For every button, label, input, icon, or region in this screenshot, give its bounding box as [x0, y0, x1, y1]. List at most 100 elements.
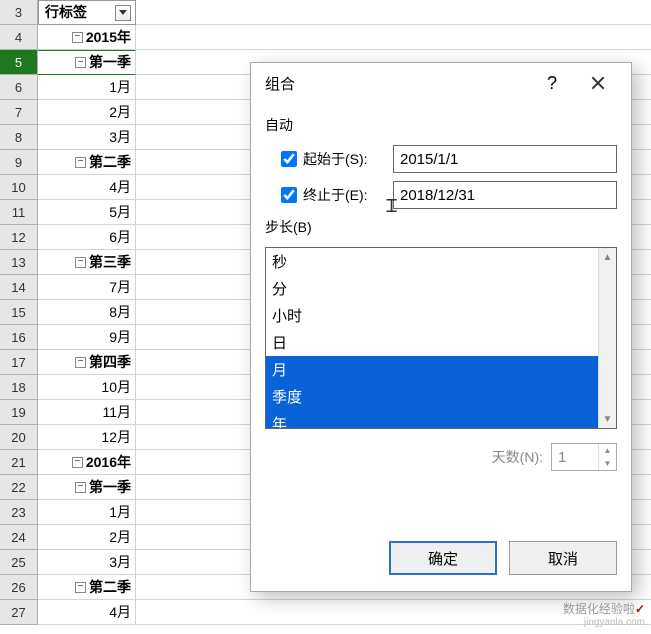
row-header[interactable]: 9: [0, 150, 38, 175]
cancel-button[interactable]: 取消: [509, 541, 617, 575]
pivot-row-cell[interactable]: −第二季: [38, 150, 136, 175]
row-header[interactable]: 24: [0, 525, 38, 550]
row-header[interactable]: 10: [0, 175, 38, 200]
days-label: 天数(N):: [492, 447, 543, 467]
row-header[interactable]: 22: [0, 475, 38, 500]
end-checkbox[interactable]: [281, 187, 297, 203]
row-header[interactable]: 13: [0, 250, 38, 275]
row-header[interactable]: 4: [0, 25, 38, 50]
empty-area[interactable]: [136, 0, 651, 25]
row-header[interactable]: 18: [0, 375, 38, 400]
row-header[interactable]: 20: [0, 425, 38, 450]
row-header[interactable]: 5: [0, 50, 38, 75]
pivot-row-cell[interactable]: 6月: [38, 225, 136, 250]
step-option[interactable]: 月: [266, 356, 616, 383]
pivot-row-cell[interactable]: −第三季: [38, 250, 136, 275]
pivot-row-cell[interactable]: 5月: [38, 200, 136, 225]
spinner-up-icon[interactable]: ▲: [599, 444, 616, 457]
row-header[interactable]: 15: [0, 300, 38, 325]
collapse-expander[interactable]: −: [75, 482, 86, 493]
pivot-row-cell[interactable]: 3月: [38, 125, 136, 150]
pivot-row-cell[interactable]: −第一季: [38, 50, 136, 75]
pivot-row-cell[interactable]: 10月: [38, 375, 136, 400]
step-option[interactable]: 季度: [266, 383, 616, 410]
pivot-row-cell[interactable]: −第四季: [38, 350, 136, 375]
close-button[interactable]: [575, 63, 621, 103]
row-header[interactable]: 17: [0, 350, 38, 375]
step-listbox[interactable]: 秒分小时日月季度年 ▲ ▼: [265, 247, 617, 429]
auto-section-label: 自动: [265, 115, 617, 135]
row-header[interactable]: 6: [0, 75, 38, 100]
dialog-titlebar[interactable]: 组合 ?: [251, 63, 631, 103]
pivot-row-cell[interactable]: 1月: [38, 75, 136, 100]
scroll-down-arrow[interactable]: ▼: [599, 410, 616, 428]
pivot-row-cell[interactable]: 2月: [38, 525, 136, 550]
row-header[interactable]: 8: [0, 125, 38, 150]
pivot-row-cell[interactable]: 7月: [38, 275, 136, 300]
spinner-arrows[interactable]: ▲ ▼: [598, 444, 616, 470]
row-header[interactable]: 26: [0, 575, 38, 600]
cell-label: 8月: [109, 300, 131, 325]
start-date-input[interactable]: [393, 145, 617, 173]
pivot-row-cell[interactable]: 2月: [38, 100, 136, 125]
pivot-row-cell[interactable]: 1月: [38, 500, 136, 525]
row-header[interactable]: 21: [0, 450, 38, 475]
pivot-row-cell[interactable]: −2016年: [38, 450, 136, 475]
pivot-row-cell[interactable]: 11月: [38, 400, 136, 425]
collapse-expander[interactable]: −: [75, 582, 86, 593]
step-option[interactable]: 秒: [266, 248, 616, 275]
pivot-row-cell[interactable]: 12月: [38, 425, 136, 450]
step-option[interactable]: 日: [266, 329, 616, 356]
cell-label: 2015年: [86, 25, 131, 50]
row-header[interactable]: 23: [0, 500, 38, 525]
pivot-row-cell[interactable]: 9月: [38, 325, 136, 350]
end-label: 终止于(E):: [303, 185, 393, 205]
row-header[interactable]: 7: [0, 100, 38, 125]
row-header[interactable]: 14: [0, 275, 38, 300]
start-date-row: 起始于(S):: [281, 145, 617, 173]
dialog-buttons: 确定 取消: [251, 525, 631, 591]
collapse-expander[interactable]: −: [75, 57, 86, 68]
help-button[interactable]: ?: [529, 63, 575, 103]
row-header[interactable]: 16: [0, 325, 38, 350]
listbox-scrollbar[interactable]: ▲ ▼: [598, 248, 616, 428]
step-option[interactable]: 小时: [266, 302, 616, 329]
days-input[interactable]: [552, 444, 598, 470]
row-header[interactable]: 25: [0, 550, 38, 575]
collapse-expander[interactable]: −: [75, 257, 86, 268]
pivot-row-cell[interactable]: −第二季: [38, 575, 136, 600]
pivot-row-cell[interactable]: 8月: [38, 300, 136, 325]
scroll-track[interactable]: [599, 266, 616, 410]
row-header[interactable]: 11: [0, 200, 38, 225]
ok-button[interactable]: 确定: [389, 541, 497, 575]
cell-label: 2月: [109, 100, 131, 125]
pivot-row-cell[interactable]: −2015年: [38, 25, 136, 50]
row-header[interactable]: 12: [0, 225, 38, 250]
row-header[interactable]: 3: [0, 0, 38, 25]
step-option[interactable]: 分: [266, 275, 616, 302]
pivot-row-cell[interactable]: 4月: [38, 600, 136, 625]
pivot-row-cell[interactable]: 4月: [38, 175, 136, 200]
row-header[interactable]: 27: [0, 600, 38, 625]
pivot-field-header-cell[interactable]: 行标签: [38, 0, 136, 25]
scroll-up-arrow[interactable]: ▲: [599, 248, 616, 266]
row-header[interactable]: 19: [0, 400, 38, 425]
collapse-expander[interactable]: −: [72, 32, 83, 43]
collapse-expander[interactable]: −: [72, 457, 83, 468]
spinner-down-icon[interactable]: ▼: [599, 457, 616, 470]
step-option[interactable]: 年: [266, 410, 616, 429]
cell-label: 6月: [109, 225, 131, 250]
cell-label: 1月: [109, 75, 131, 100]
cell-label: 5月: [109, 200, 131, 225]
collapse-expander[interactable]: −: [75, 157, 86, 168]
pivot-row-cell[interactable]: −第一季: [38, 475, 136, 500]
cell-label: 9月: [109, 325, 131, 350]
end-date-input[interactable]: [393, 181, 617, 209]
days-spinner[interactable]: ▲ ▼: [551, 443, 617, 471]
filter-dropdown-button[interactable]: [115, 5, 131, 21]
collapse-expander[interactable]: −: [75, 357, 86, 368]
empty-area[interactable]: [136, 25, 651, 50]
start-checkbox[interactable]: [281, 151, 297, 167]
pivot-row-cell[interactable]: 3月: [38, 550, 136, 575]
cell-label: 11月: [102, 400, 131, 425]
